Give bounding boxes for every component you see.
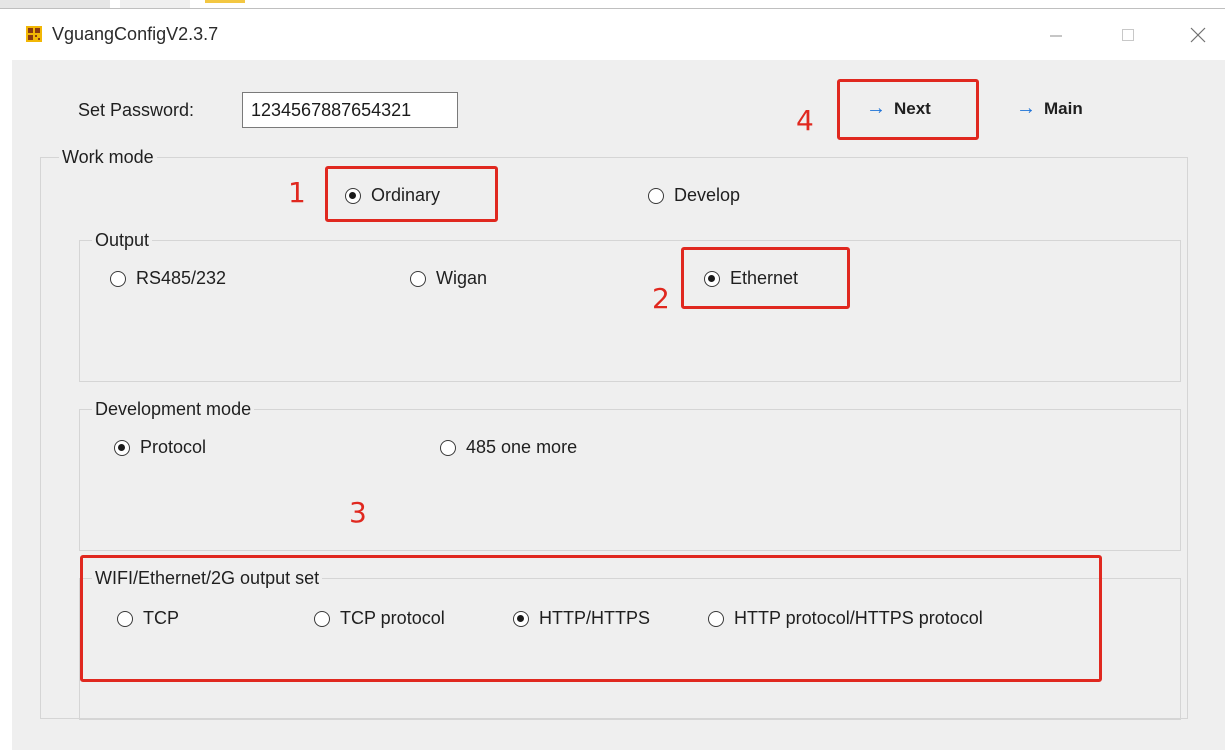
close-button[interactable] (1180, 18, 1216, 52)
title-bar: VguangConfigV2.3.7 (0, 10, 1225, 60)
network-output-title: WIFI/Ethernet/2G output set (92, 568, 323, 589)
step-number-2: 2 (652, 282, 670, 315)
radio-selected-indicator (513, 610, 529, 627)
radio-label: RS485/232 (136, 268, 227, 288)
radio-develop[interactable]: Develop (648, 185, 740, 206)
output-title: Output (92, 230, 153, 251)
radio-indicator (708, 610, 724, 627)
qr-code-icon (26, 26, 42, 42)
password-input[interactable] (242, 92, 458, 128)
background-tab-accent (205, 0, 245, 3)
maximize-button[interactable] (1110, 18, 1146, 52)
radio-ethernet[interactable]: Ethernet (704, 268, 798, 289)
radio-indicator (648, 187, 664, 204)
radio-http-https-protocol[interactable]: HTTP protocol/HTTPS protocol (708, 608, 983, 629)
step-number-4: 4 (796, 104, 814, 137)
radio-label: Develop (674, 185, 741, 205)
radio-label: HTTP protocol/HTTPS protocol (734, 608, 983, 628)
radio-protocol[interactable]: Protocol (114, 437, 206, 458)
radio-wigan[interactable]: Wigan (410, 268, 487, 289)
radio-selected-indicator (114, 439, 130, 456)
divider (0, 8, 1225, 9)
password-label: Set Password: (78, 100, 195, 120)
radio-tcp[interactable]: TCP (117, 608, 179, 629)
radio-rs485-232[interactable]: RS485/232 (110, 268, 226, 289)
main-button-label: Main (1044, 98, 1083, 118)
radio-label: Wigan (436, 268, 488, 288)
arrow-right-icon: → (1016, 97, 1036, 119)
radio-485-one-more[interactable]: 485 one more (440, 437, 577, 458)
minimize-button[interactable] (1038, 18, 1074, 52)
step-number-1: 1 (288, 176, 306, 209)
radio-ordinary[interactable]: Ordinary (345, 185, 440, 206)
maximize-icon (1122, 29, 1134, 41)
radio-label: Protocol (140, 437, 207, 457)
taskbar-strip (0, 0, 1225, 10)
radio-indicator (410, 270, 426, 287)
development-mode-group (79, 409, 1181, 551)
radio-label: TCP (143, 608, 179, 628)
radio-label: Ordinary (371, 185, 441, 205)
radio-http-https[interactable]: HTTP/HTTPS (513, 608, 650, 629)
network-output-group (79, 578, 1181, 720)
minimize-icon (1050, 35, 1062, 37)
radio-label: TCP protocol (340, 608, 445, 628)
radio-indicator (314, 610, 330, 627)
work-mode-title: Work mode (59, 147, 157, 168)
next-button[interactable]: → Next (866, 97, 931, 120)
radio-selected-indicator (345, 187, 361, 204)
development-mode-title: Development mode (92, 399, 255, 420)
radio-indicator (110, 270, 126, 287)
step-number-3: 3 (349, 496, 367, 529)
radio-indicator (440, 439, 456, 456)
main-button[interactable]: → Main (1016, 97, 1083, 120)
radio-selected-indicator (704, 270, 720, 287)
arrow-right-icon: → (866, 97, 886, 119)
radio-label: 485 one more (466, 437, 578, 457)
radio-label: HTTP/HTTPS (539, 608, 650, 628)
radio-label: Ethernet (730, 268, 799, 288)
background-tab (0, 0, 110, 8)
close-icon (1190, 27, 1206, 43)
background-tab (120, 0, 190, 8)
radio-tcp-protocol[interactable]: TCP protocol (314, 608, 445, 629)
window-title: VguangConfigV2.3.7 (52, 24, 219, 44)
next-button-label: Next (894, 98, 931, 118)
radio-indicator (117, 610, 133, 627)
output-group (79, 240, 1181, 382)
